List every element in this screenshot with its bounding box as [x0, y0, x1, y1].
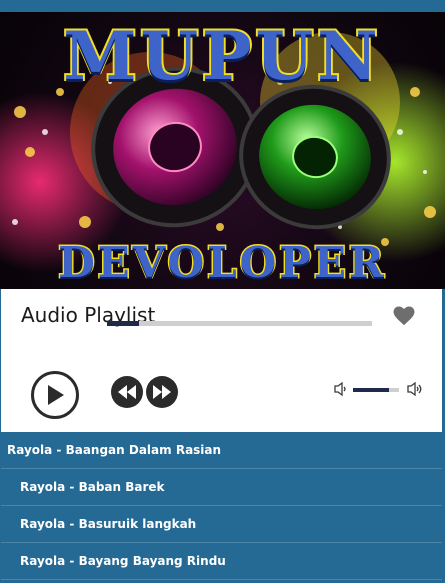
app-window: MUPUN DEVOLOPER Audio Playlist Rayola - …: [0, 0, 445, 583]
track-item[interactable]: Rayola - Baban Barek: [1, 469, 442, 506]
play-button[interactable]: [31, 371, 79, 419]
volume-high-icon[interactable]: [407, 381, 423, 397]
album-artwork: MUPUN DEVOLOPER: [0, 12, 445, 289]
audio-player: Audio Playlist: [1, 289, 442, 432]
rewind-icon: [118, 385, 136, 399]
volume-slider[interactable]: [353, 388, 399, 392]
volume-low-icon[interactable]: [333, 381, 349, 397]
seek-progress: [107, 321, 139, 326]
play-icon: [48, 385, 64, 405]
banner-subtitle: DEVOLOPER: [57, 236, 387, 288]
banner-title: MUPUN: [61, 15, 382, 97]
volume-level: [353, 388, 389, 392]
fast-forward-icon: [153, 385, 171, 399]
status-strip: [0, 0, 445, 12]
track-list: Rayola - Baangan Dalam Rasian Rayola - Ba…: [1, 432, 442, 580]
track-item[interactable]: Rayola - Basuruik langkah: [1, 506, 442, 543]
seek-bar[interactable]: [107, 321, 372, 326]
next-button[interactable]: [146, 376, 178, 408]
track-item[interactable]: Rayola - Bayang Bayang Rindu: [1, 543, 442, 580]
previous-button[interactable]: [111, 376, 143, 408]
heart-icon[interactable]: [393, 306, 415, 326]
track-item[interactable]: Rayola - Baangan Dalam Rasian: [1, 432, 442, 469]
